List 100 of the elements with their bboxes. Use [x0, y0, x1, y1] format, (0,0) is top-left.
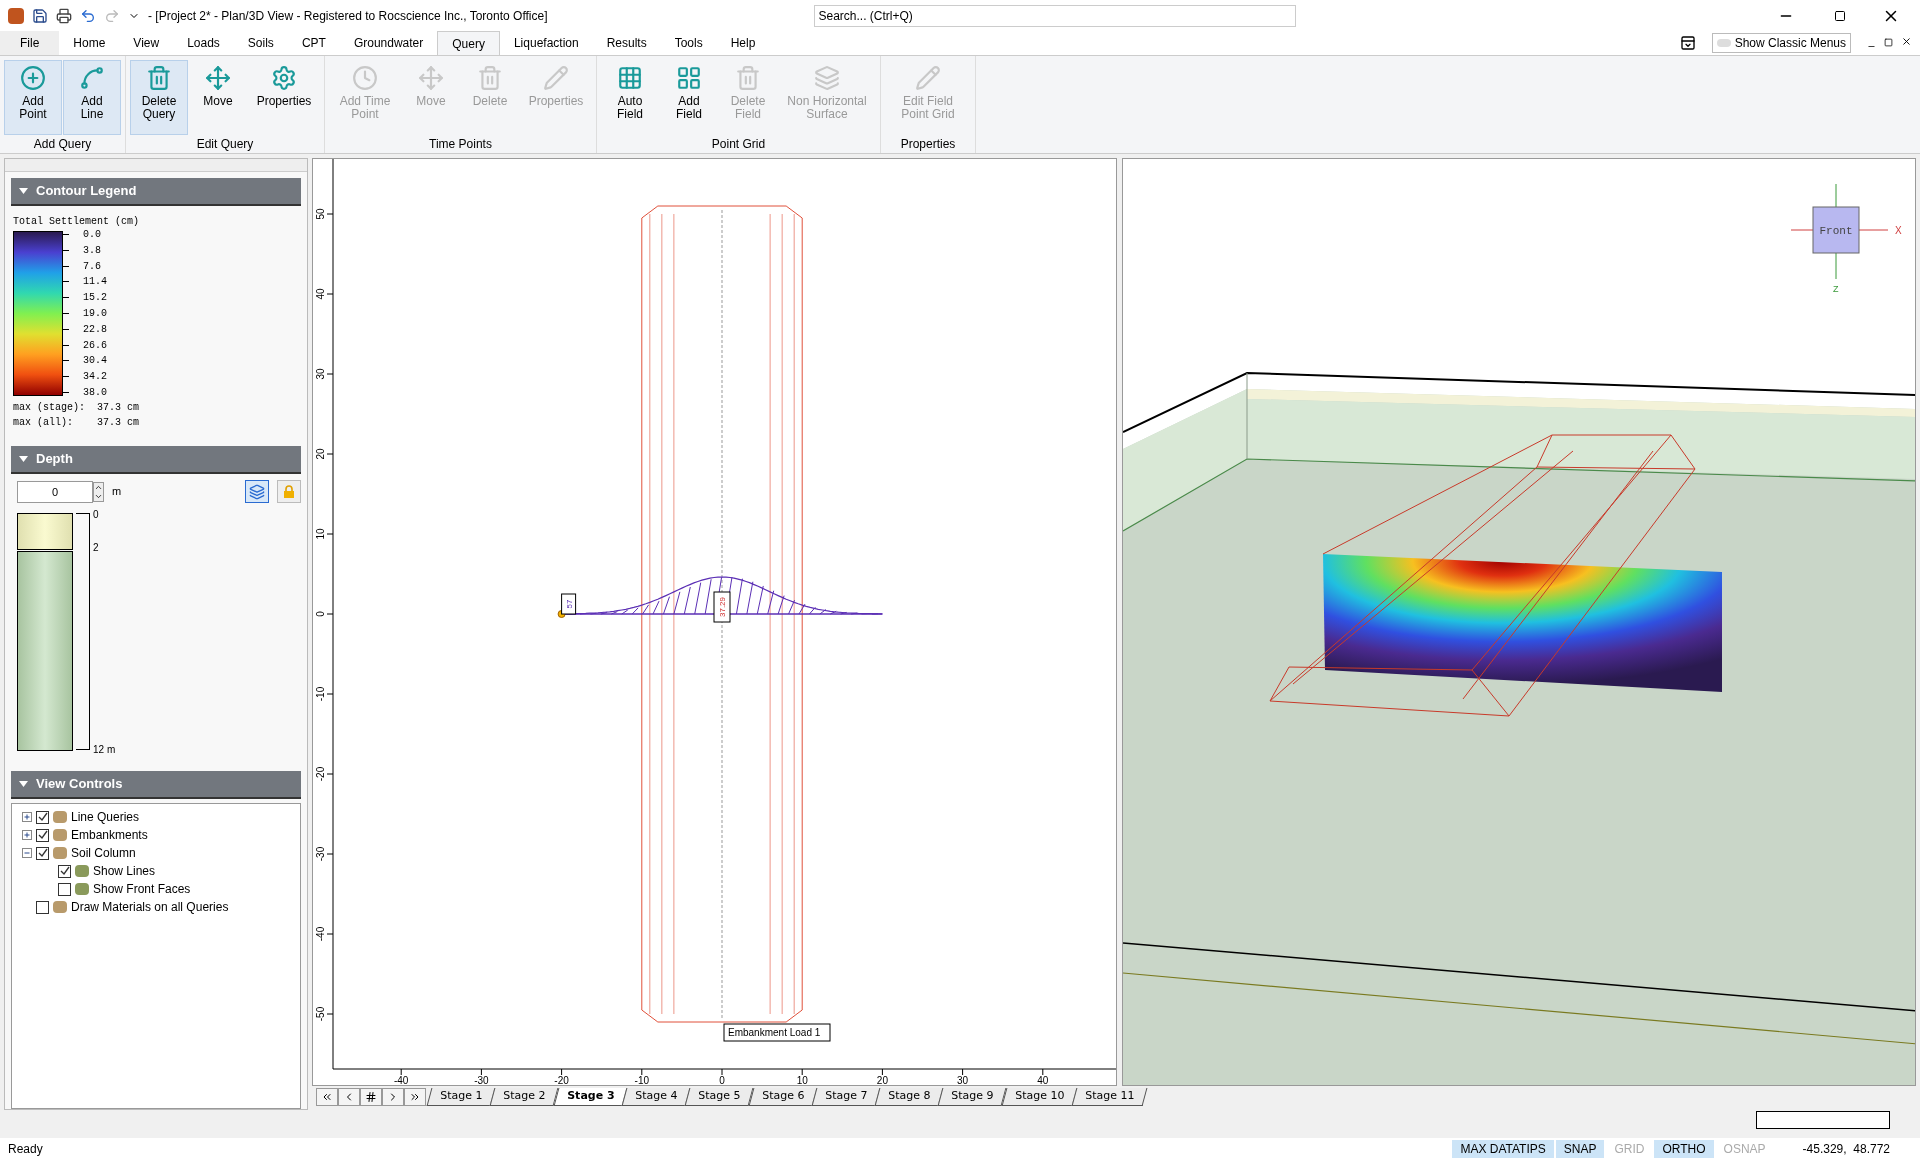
ribbon-tab[interactable]: Soils: [233, 31, 288, 55]
checkbox[interactable]: [36, 828, 49, 842]
stage-tab[interactable]: Stage 6: [748, 1088, 818, 1106]
axis-tick-label: 0: [719, 1075, 725, 1086]
ribbon-button[interactable]: Delete Query: [130, 60, 188, 135]
depth-label: 0: [93, 508, 100, 522]
print-icon[interactable]: [56, 8, 72, 24]
axis-tick-label: 20: [315, 448, 326, 460]
tree-item-label[interactable]: Line Queries: [71, 808, 140, 826]
stage-tab[interactable]: Stage 10: [1001, 1088, 1078, 1106]
ribbon-button[interactable]: Move: [189, 60, 247, 135]
stage-tab[interactable]: Stage 11: [1071, 1088, 1148, 1106]
maximize-icon[interactable]: [1834, 10, 1846, 22]
ribbon-button[interactable]: Add Line: [63, 60, 121, 135]
ribbon-button[interactable]: Auto Field: [601, 60, 659, 135]
collapse-triangle-icon[interactable]: [19, 781, 28, 787]
ribbon-tab[interactable]: Query: [437, 31, 500, 55]
search-field[interactable]: Search... (Ctrl+Q): [813, 5, 1296, 27]
classic-menus-toggle[interactable]: Show Classic Menus: [1711, 33, 1851, 53]
legend-max-all: max (all): 37.3 cm: [13, 416, 141, 430]
legend-value: 0.0: [83, 228, 101, 242]
panel-grip[interactable]: [5, 159, 307, 172]
ribbon-tab[interactable]: Home: [59, 31, 120, 55]
checkbox[interactable]: [58, 864, 71, 878]
ribbon-tab[interactable]: Groundwater: [339, 31, 438, 55]
expand-icon[interactable]: [22, 830, 32, 840]
legend-value: 26.6: [83, 338, 107, 353]
collapse-icon[interactable]: [22, 848, 32, 858]
ribbon-tab[interactable]: Help: [716, 31, 770, 55]
orientation-cube[interactable]: [1790, 183, 1889, 280]
stage-tab[interactable]: Stage 7: [811, 1088, 881, 1106]
ribbon-tab[interactable]: Loads: [173, 31, 234, 55]
layers-icon: [814, 65, 840, 91]
value-label: 37.29: [718, 597, 727, 617]
stage-nav-button[interactable]: [360, 1088, 382, 1106]
ribbon-button[interactable]: Add Point: [4, 60, 62, 135]
soil-block-icon: [75, 865, 89, 877]
window-title: - [Project 2* - Plan/3D View - Registered to Rocscience Inc., Toronto Office]: [148, 8, 548, 25]
status-toggle[interactable]: ORTHO: [1654, 1140, 1714, 1158]
app-logo-icon: [8, 8, 24, 24]
ribbon-tab[interactable]: Tools: [660, 31, 717, 55]
stage-tab[interactable]: Stage 4: [621, 1088, 691, 1106]
tree-item-label[interactable]: Show Front Faces: [93, 880, 191, 898]
panel-header[interactable]: Depth: [11, 446, 301, 474]
collapse-triangle-icon[interactable]: [19, 188, 28, 194]
checkbox[interactable]: [36, 810, 49, 824]
last-stage-icon: [409, 1091, 421, 1103]
undo-icon[interactable]: [80, 8, 96, 24]
axis-tick-label: -40: [315, 926, 326, 942]
tree-item-label[interactable]: Soil Column: [71, 844, 136, 862]
ribbon-button[interactable]: Properties: [248, 60, 320, 135]
collapse-triangle-icon[interactable]: [19, 456, 28, 462]
legend-max-stage: max (stage): 37.3 cm: [13, 401, 141, 415]
axis-tick-label: -50: [315, 1006, 326, 1022]
move-icon: [205, 65, 231, 91]
stage-tab[interactable]: Stage 3: [553, 1088, 628, 1106]
stage-tab[interactable]: Stage 9: [938, 1088, 1008, 1106]
trash-icon: [735, 65, 761, 91]
stage-tab[interactable]: Stage 1: [426, 1088, 496, 1106]
layers-icon[interactable]: [245, 480, 269, 503]
tree-item-label[interactable]: Show Lines: [93, 862, 156, 880]
ribbon-tab[interactable]: Results: [592, 31, 661, 55]
tree-item-label[interactable]: Embankments: [71, 826, 148, 844]
ribbon-tab[interactable]: CPT: [287, 31, 340, 55]
axis-tick-label: 40: [1037, 1075, 1049, 1086]
checkbox[interactable]: [36, 846, 49, 860]
ribbon-tab[interactable]: View: [119, 31, 174, 55]
stage-tab[interactable]: Stage 8: [874, 1088, 944, 1106]
checkbox[interactable]: [58, 882, 71, 896]
ribbon-group-label: Time Points: [428, 136, 493, 153]
checkbox[interactable]: [36, 900, 49, 914]
ribbon-tab[interactable]: Liquefaction: [499, 31, 593, 55]
axis-tick-label: -10: [315, 686, 326, 702]
expand-icon[interactable]: [22, 812, 32, 822]
legend-heading: Total Settlement (cm): [13, 215, 141, 229]
status-toggle[interactable]: MAX DATATIPS: [1452, 1140, 1554, 1158]
close-icon[interactable]: [1901, 36, 1912, 47]
trash-icon: [146, 65, 172, 91]
legend-value: 30.4: [83, 354, 107, 369]
ribbon-tab[interactable]: File: [0, 31, 60, 55]
legend-value: 15.2: [83, 291, 107, 306]
axis-label: Z: [1833, 284, 1839, 294]
panel-header[interactable]: View Controls: [11, 771, 301, 799]
collapse-ribbon-icon[interactable]: [1679, 35, 1696, 51]
depth-field[interactable]: 0: [17, 480, 93, 503]
ribbon-button[interactable]: Add Field: [660, 60, 718, 135]
axis-tick-label: 10: [796, 1075, 808, 1086]
stage-tab[interactable]: Stage 5: [684, 1088, 754, 1106]
panel-header[interactable]: Contour Legend: [11, 178, 301, 206]
tree-item-label[interactable]: Draw Materials on all Queries: [71, 898, 229, 916]
status-text: Ready: [8, 1141, 43, 1158]
depth-label: 2: [93, 540, 100, 555]
stage-tab[interactable]: Stage 2: [489, 1088, 559, 1106]
restore-icon[interactable]: [1884, 38, 1893, 47]
cursor-coordinates: -45.329, 48.772: [1802, 1141, 1890, 1158]
first-stage-icon: [321, 1091, 333, 1103]
grid-icon: [617, 65, 643, 91]
status-toggle[interactable]: SNAP: [1555, 1140, 1605, 1158]
save-icon[interactable]: [32, 8, 48, 24]
unit-label: m: [112, 484, 122, 500]
